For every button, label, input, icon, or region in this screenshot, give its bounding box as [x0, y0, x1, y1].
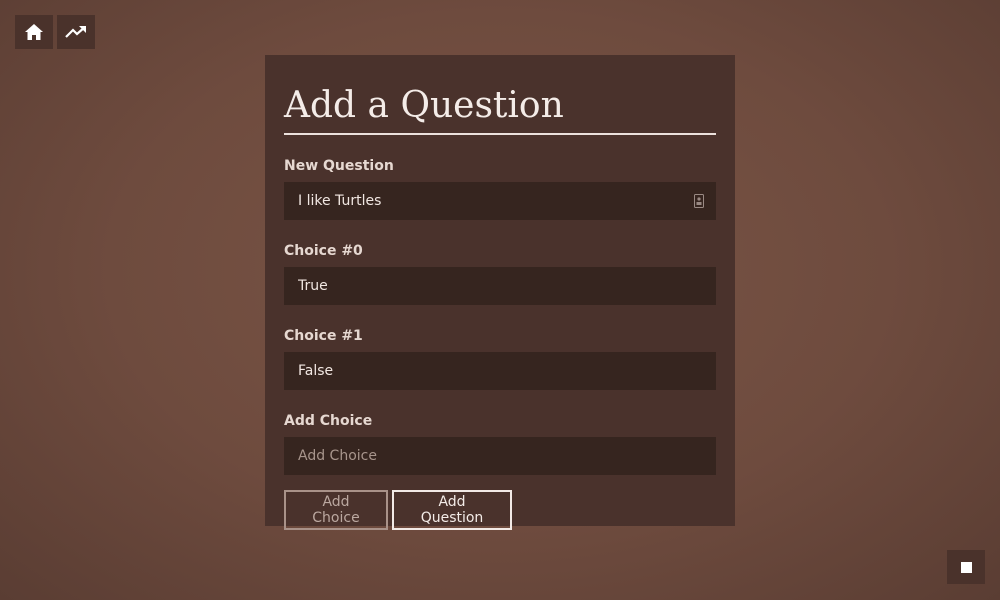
contact-card-icon[interactable]	[694, 194, 704, 208]
new-question-label: New Question	[284, 158, 394, 174]
choice-1-field[interactable]	[284, 352, 716, 390]
add-choice-label: Add Choice	[284, 413, 373, 429]
new-question-input[interactable]	[298, 193, 702, 209]
choice-1-input[interactable]	[298, 363, 702, 379]
home-button[interactable]	[15, 15, 53, 49]
choice-0-field[interactable]	[284, 267, 716, 305]
add-choice-input[interactable]	[298, 448, 702, 464]
stop-button[interactable]	[947, 550, 985, 584]
add-choice-button[interactable]: Add Choice	[284, 490, 388, 530]
add-question-panel: Add a Question New Question Choice #0 Ch…	[265, 55, 735, 530]
stop-icon	[960, 561, 972, 573]
form-actions: Add Choice Add Question	[284, 490, 716, 530]
trending-button[interactable]	[57, 15, 95, 49]
choice-1-label: Choice #1	[284, 328, 363, 344]
page-title: Add a Question	[284, 83, 716, 135]
choice-0-input[interactable]	[298, 278, 702, 294]
add-choice-field[interactable]	[284, 437, 716, 475]
add-question-button[interactable]: Add Question	[392, 490, 512, 530]
new-question-field[interactable]	[284, 182, 716, 220]
home-icon	[25, 24, 43, 40]
choice-0-label: Choice #0	[284, 243, 363, 259]
trending-up-icon	[65, 26, 86, 38]
